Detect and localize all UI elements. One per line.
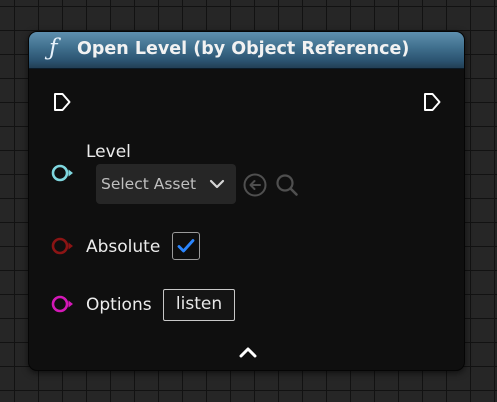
checkmark-icon (177, 239, 195, 253)
options-text-field[interactable]: listen (163, 289, 235, 321)
chevron-down-icon (209, 179, 225, 189)
open-level-node[interactable]: ƒ Open Level (by Object Reference) Level… (28, 31, 465, 371)
absolute-pin-label: Absolute (86, 237, 161, 257)
search-icon[interactable] (274, 172, 300, 198)
level-pin-icon[interactable] (50, 163, 76, 183)
asset-select-dropdown[interactable]: Select Asset (96, 164, 236, 204)
node-title: Open Level (by Object Reference) (77, 39, 410, 59)
exec-input-pin-icon[interactable] (52, 92, 72, 112)
absolute-pin-icon[interactable] (50, 236, 76, 256)
options-pin-label: Options (86, 295, 152, 315)
asset-select-label: Select Asset (101, 175, 197, 193)
absolute-checkbox[interactable] (172, 232, 200, 260)
options-pin-icon[interactable] (50, 294, 76, 314)
function-icon: ƒ (49, 35, 58, 61)
arrow-left-circle-icon[interactable] (242, 172, 268, 198)
chevron-up-icon[interactable] (237, 344, 259, 360)
level-pin-label: Level (86, 142, 131, 162)
exec-output-pin-icon[interactable] (422, 92, 442, 112)
node-header[interactable]: ƒ Open Level (by Object Reference) (29, 32, 464, 69)
